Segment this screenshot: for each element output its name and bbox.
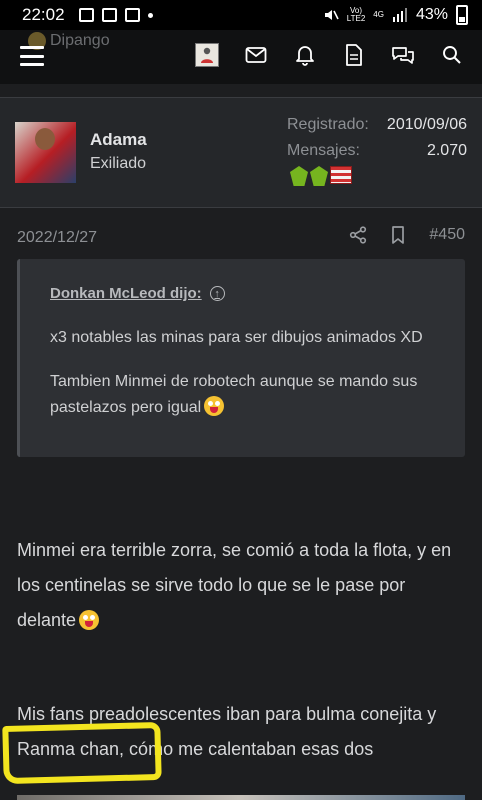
tongue-emoji-icon bbox=[204, 396, 225, 416]
post-date[interactable]: 2022/12/27 bbox=[17, 229, 97, 247]
post-author-bar: Adama Exiliado Registrado: 2010/09/06 Men… bbox=[0, 97, 482, 208]
checkbox-icon bbox=[124, 8, 140, 22]
documents-button[interactable] bbox=[342, 43, 366, 67]
quote-line: x3 notables las minas para ser dibujos a… bbox=[50, 329, 423, 346]
search-icon bbox=[443, 46, 461, 64]
quote-author-link[interactable]: Donkan McLeod dijo: ↑ bbox=[50, 285, 225, 302]
post-number[interactable]: #450 bbox=[429, 226, 465, 244]
document-icon bbox=[346, 44, 362, 66]
network-type: 4G bbox=[373, 10, 384, 19]
quote-line: Tambien Minmei de robotech aunque se man… bbox=[50, 373, 418, 416]
share-icon[interactable] bbox=[349, 226, 367, 244]
more-dot-icon bbox=[147, 12, 153, 18]
arrow-up-icon[interactable]: ↑ bbox=[209, 286, 225, 301]
bookmark-icon[interactable] bbox=[391, 226, 405, 244]
menu-icon[interactable] bbox=[20, 46, 44, 66]
flag-badge-icon bbox=[330, 166, 352, 184]
chat-icon bbox=[392, 47, 414, 64]
tongue-emoji-icon bbox=[79, 610, 100, 630]
conversations-button[interactable] bbox=[391, 43, 415, 67]
embedded-image-edge bbox=[17, 795, 465, 800]
notifications-button[interactable] bbox=[293, 43, 317, 67]
user-avatar-button[interactable] bbox=[195, 43, 219, 67]
post: 2022/12/27 #450 Donkan McLeod dijo: ↑ x3… bbox=[0, 209, 482, 800]
mute-icon bbox=[324, 10, 339, 20]
status-bar: 22:02 Vo) LTE2 4G 43% bbox=[0, 0, 482, 30]
bell-icon bbox=[296, 46, 314, 66]
avatar bbox=[195, 43, 219, 67]
author-avatar[interactable] bbox=[15, 122, 76, 183]
signal-icon bbox=[392, 8, 407, 22]
post-actions: #450 bbox=[349, 226, 465, 244]
gallery-icon bbox=[78, 8, 94, 22]
search-button[interactable] bbox=[440, 43, 464, 67]
trophy-icon bbox=[290, 166, 308, 186]
registered-label: Registrado: bbox=[287, 116, 369, 133]
messages-label: Mensajes: bbox=[287, 142, 360, 159]
battery-icon bbox=[456, 5, 468, 25]
status-time: 22:02 bbox=[22, 5, 65, 24]
top-navbar: Dipango bbox=[0, 30, 482, 84]
nav-icon-group bbox=[195, 43, 482, 67]
quote-block: Donkan McLeod dijo: ↑ x3 notables las mi… bbox=[17, 259, 465, 457]
mail-icon bbox=[245, 47, 267, 63]
author-stats: Registrado: 2010/09/06 Mensajes: 2.070 bbox=[287, 116, 467, 168]
status-system-icons: Vo) LTE2 4G 43% bbox=[323, 5, 468, 25]
registered-value: 2010/09/06 bbox=[386, 116, 467, 133]
author-name[interactable]: Adama bbox=[90, 130, 147, 150]
quote-body: x3 notables las minas para ser dibujos a… bbox=[50, 325, 450, 439]
author-title: Exiliado bbox=[90, 155, 147, 172]
author-trophies bbox=[290, 166, 352, 186]
yellow-highlight-annotation bbox=[2, 721, 162, 785]
trophy-icon bbox=[310, 166, 328, 186]
post-paragraph: Minmei era terrible zorra, se comió a to… bbox=[17, 540, 452, 630]
messages-value: 2.070 bbox=[426, 142, 467, 159]
mail-button[interactable] bbox=[244, 43, 268, 67]
status-notification-icons bbox=[78, 8, 153, 22]
volte-indicator: Vo) LTE2 bbox=[346, 6, 366, 23]
calendar-icon bbox=[101, 8, 117, 22]
battery-percent: 43% bbox=[415, 6, 448, 23]
